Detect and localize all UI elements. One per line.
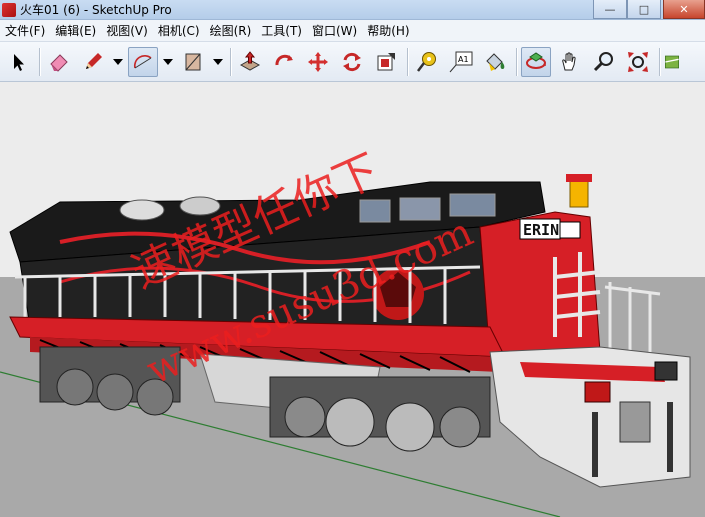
pencil-dropdown[interactable] [112, 47, 124, 77]
menu-help[interactable]: 帮助(H) [362, 20, 414, 42]
menu-file[interactable]: 文件(F) [0, 20, 50, 42]
front-wheel [439, 406, 481, 448]
exhaust-fan [119, 199, 165, 221]
ditch-light [584, 381, 611, 403]
offset-tool-button[interactable] [371, 47, 401, 77]
rear-wheel [56, 368, 94, 406]
menu-edit[interactable]: 编辑(E) [50, 20, 101, 42]
zoom-tool-button[interactable] [589, 47, 619, 77]
move-tool-button[interactable] [303, 47, 333, 77]
locomotive-model: ERIN [0, 82, 705, 517]
headlight-panel [559, 221, 581, 239]
sketchup-logo-icon [2, 2, 16, 17]
tape-measure-tool-button[interactable] [412, 47, 442, 77]
select-tool-button[interactable] [3, 47, 33, 77]
minimize-button[interactable]: — [593, 0, 627, 19]
arc-icon [133, 54, 152, 68]
menu-draw[interactable]: 绘图(R) [205, 20, 257, 42]
push-pull-tool-button[interactable] [235, 47, 265, 77]
rear-wheel [96, 373, 134, 411]
maximize-button[interactable]: □ [627, 0, 661, 19]
paint-bucket-icon [486, 52, 505, 71]
move-icon [308, 51, 328, 72]
svg-text:A1: A1 [458, 55, 469, 64]
map-tool-button[interactable] [664, 47, 680, 77]
text-tool-icon: A1 [449, 51, 473, 72]
front-wheel [325, 397, 375, 447]
front-wheel [284, 396, 326, 438]
orbit-tool-button[interactable] [521, 46, 551, 77]
menu-window[interactable]: 窗口(W) [307, 20, 362, 42]
rotate-icon [343, 52, 361, 71]
zoom-icon [593, 51, 613, 71]
zoom-extents-icon [628, 51, 648, 72]
ditch-light [654, 361, 678, 381]
pencil-tool-button[interactable] [78, 47, 108, 77]
title-bar: 火车01 (6) - SketchUp Pro — □ ✕ [0, 0, 705, 20]
menu-view[interactable]: 视图(V) [101, 20, 153, 42]
tape-measure-icon [417, 51, 436, 72]
toolbar-separator [407, 47, 408, 76]
toolbar-separator [230, 47, 231, 76]
rotate-tool-button[interactable] [337, 47, 367, 77]
menu-tools[interactable]: 工具(T) [256, 20, 307, 42]
front-wheel [385, 402, 435, 452]
cab-window [359, 199, 391, 223]
menu-camera[interactable]: 相机(C) [153, 20, 205, 42]
offset-icon [377, 52, 395, 70]
pan-icon [562, 51, 576, 70]
text-tool-button[interactable]: A1 [446, 47, 476, 77]
follow-me-icon [275, 54, 293, 65]
pencil-icon [86, 52, 102, 69]
cab-window [449, 193, 496, 217]
arc-tool-button[interactable] [128, 46, 158, 77]
beacon-cap [566, 174, 592, 182]
window-title: 火车01 (6) - SketchUp Pro [20, 3, 172, 17]
eraser-tool-button[interactable] [44, 47, 74, 77]
arc-dropdown[interactable] [162, 47, 174, 77]
select-tool-icon [14, 53, 24, 71]
follow-me-tool-button[interactable] [269, 47, 299, 77]
rectangle-tool-button[interactable] [178, 47, 208, 77]
paint-bucket-tool-button[interactable] [480, 47, 510, 77]
toolbar-separator [516, 47, 517, 76]
eraser-icon [50, 53, 68, 72]
push-pull-icon [239, 50, 261, 71]
zoom-extents-tool-button[interactable] [623, 47, 653, 77]
model-viewport[interactable]: ERIN 速模型任你下 www.susu3d.com [0, 82, 705, 517]
map-icon [665, 55, 679, 68]
toolbar-separator [659, 47, 660, 76]
coupler [619, 401, 651, 443]
rectangle-dropdown[interactable] [212, 47, 224, 77]
rear-wheel [136, 378, 174, 416]
orbit-icon [526, 51, 546, 69]
toolbar-separator [39, 47, 40, 76]
cab-window [399, 197, 441, 221]
rectangle-icon [185, 53, 201, 70]
close-button[interactable]: ✕ [663, 0, 705, 19]
pan-tool-button[interactable] [555, 47, 585, 77]
number-board-text: ERIN [523, 221, 559, 239]
exhaust-fan [179, 196, 221, 216]
menu-bar: 文件(F) 编辑(E) 视图(V) 相机(C) 绘图(R) 工具(T) 窗口(W… [0, 20, 705, 42]
main-toolbar: A1 [0, 42, 705, 82]
